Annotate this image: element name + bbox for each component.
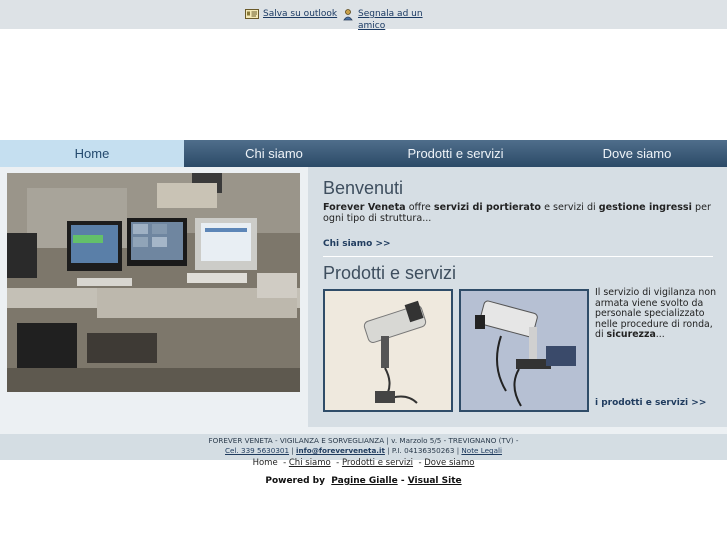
footer-legal-link[interactable]: Note Legali <box>461 446 502 455</box>
footer-nav-chi-siamo[interactable]: Chi siamo <box>289 458 331 468</box>
footer-piva: | P.I. 04136350263 | <box>384 446 462 455</box>
camera-photo-1 <box>323 289 453 412</box>
footer-email-link[interactable]: info@foreverveneta.it <box>296 446 385 455</box>
save-outlook-link[interactable]: Salva su outlook <box>245 8 337 20</box>
nav-dove-siamo[interactable]: Dove siamo <box>547 140 727 167</box>
products-text: Il servizio di vigilanza non armata vien… <box>595 287 720 341</box>
footer-sep: | <box>289 446 297 455</box>
pagine-gialle-link[interactable]: Pagine Gialle <box>331 476 397 486</box>
company-name: Forever Veneta <box>323 202 406 213</box>
footer-nav-prodotti[interactable]: Prodotti e servizi <box>342 458 413 468</box>
nav-home[interactable]: Home <box>0 140 184 167</box>
welcome-text: Forever Veneta offre servizi di portiera… <box>323 202 718 224</box>
powered-dash: - <box>397 476 408 486</box>
powered-by: Powered by Pagine Gialle - Visual Site <box>0 476 727 486</box>
welcome-text-part1: offre <box>405 202 434 213</box>
chi-siamo-more-link[interactable]: Chi siamo >> <box>323 239 391 249</box>
footer-nav: Home - Chi siamo - Prodotti e servizi - … <box>252 458 475 468</box>
footer-nav-dove-siamo[interactable]: Dove siamo <box>424 458 474 468</box>
welcome-text-part2: e servizi di <box>541 202 599 213</box>
footer-info: FOREVER VENETA - VIGILANZA E SORVEGLIANZ… <box>0 434 727 460</box>
welcome-title: Benvenuti <box>323 178 404 198</box>
control-room-photo <box>7 173 300 392</box>
save-outlook-label: Salva su outlook <box>263 9 338 19</box>
footer-nav-home[interactable]: Home <box>253 458 278 468</box>
products-title: Prodotti e servizi <box>323 263 457 283</box>
camera-photo-2 <box>459 289 589 412</box>
content-area: Benvenuti Forever Veneta offre servizi d… <box>0 167 727 434</box>
products-bold-sicurezza: sicurezza <box>606 329 656 341</box>
welcome-bold-portierato: servizi di portierato <box>433 202 542 213</box>
footer-contacts: Cel. 339 5630301 | info@foreverveneta.it… <box>0 446 727 456</box>
nav-chi-siamo[interactable]: Chi siamo <box>184 140 364 167</box>
products-more-link[interactable]: i prodotti e servizi >> <box>595 398 706 408</box>
person-icon <box>343 9 354 21</box>
products-text-end: ... <box>655 329 665 341</box>
section-divider <box>323 256 713 257</box>
tell-friend-label: Segnala ad un amico <box>358 9 423 31</box>
welcome-bold-ingressi: gestione ingressi <box>598 202 692 213</box>
visual-site-link[interactable]: Visual Site <box>408 476 462 486</box>
contact-card-icon <box>245 9 259 19</box>
right-panel: Benvenuti Forever Veneta offre servizi d… <box>308 167 727 427</box>
powered-by-label: Powered by <box>265 476 325 486</box>
top-bar: Salva su outlook Segnala ad un amico <box>0 0 727 32</box>
main-nav: Home Chi siamo Prodotti e servizi Dove s… <box>0 140 727 167</box>
tell-friend-link[interactable]: Segnala ad un amico <box>343 8 433 32</box>
footer-address: FOREVER VENETA - VIGILANZA E SORVEGLIANZ… <box>208 436 519 445</box>
nav-prodotti-servizi[interactable]: Prodotti e servizi <box>364 140 547 167</box>
footer-phone-link[interactable]: Cel. 339 5630301 <box>225 446 289 455</box>
